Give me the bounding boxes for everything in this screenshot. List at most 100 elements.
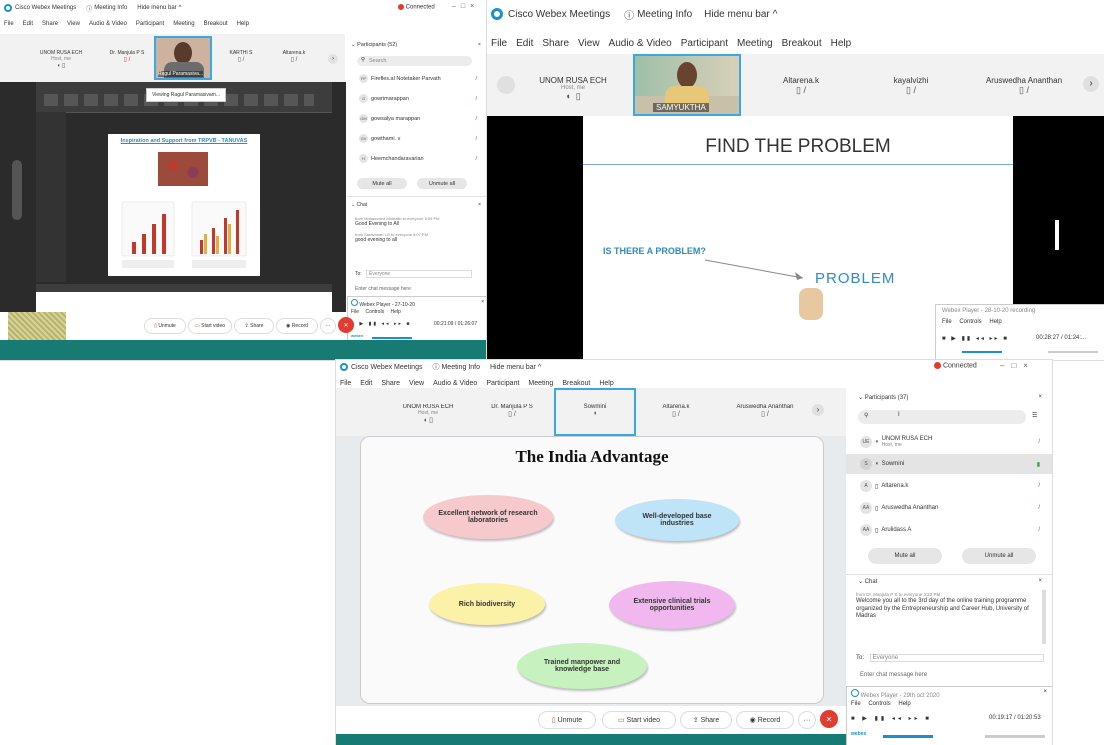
progress-slider[interactable]	[1048, 351, 1098, 353]
video-tile[interactable]: Aruswedha Ananthan ▯ /	[971, 76, 1077, 96]
hide-menu-bar-button[interactable]: Hide menu bar	[704, 9, 770, 20]
video-tile[interactable]: UNOM RUSA ECH Host, me ◖ ▯	[523, 76, 623, 102]
menu-participant[interactable]: Participant	[486, 380, 519, 387]
search-input[interactable]: ⚲ Search	[357, 56, 472, 66]
unmute-button[interactable]: ▯ Unmute	[144, 318, 186, 334]
close-icon[interactable]: ×	[478, 42, 481, 48]
window-controls[interactable]: –□×	[452, 3, 479, 10]
participant-row[interactable]: AA ▯ Arulidass A /	[846, 520, 1052, 540]
menu-view[interactable]: View	[578, 38, 600, 49]
chat-header[interactable]: ⌄ Chat	[351, 202, 367, 208]
menu-view[interactable]: View	[67, 21, 80, 27]
menu-share[interactable]: Share	[542, 38, 569, 49]
annotation-toolbar[interactable]	[12, 160, 22, 220]
participant-row-selected[interactable]: S ◖ Sowmini ▮	[846, 454, 1052, 474]
close-icon[interactable]: ×	[1038, 394, 1042, 400]
participant-row[interactable]: UE ◖ UNOM RUSA ECH Host, me /	[846, 432, 1052, 452]
video-tile[interactable]: kayalvizhi ▯ /	[861, 76, 961, 96]
start-video-button[interactable]: ▭ Start video	[602, 711, 676, 729]
info-icon[interactable]: ⓘ	[624, 7, 634, 22]
menu-breakout[interactable]: Breakout	[782, 38, 822, 49]
menu-audio-video[interactable]: Audio & Video	[433, 380, 477, 387]
connected-status[interactable]: Connected	[934, 362, 977, 369]
search-input[interactable]: ⚲ I	[858, 410, 1026, 424]
mic-muted-icon[interactable]: /	[1038, 439, 1040, 445]
volume-slider[interactable]	[372, 337, 412, 339]
video-tile[interactable]: Dr. Manjula P S ▯ /	[472, 404, 552, 418]
scroll-indicator[interactable]	[1055, 220, 1059, 250]
menu-audio-video[interactable]: Audio & Video	[609, 38, 672, 49]
video-tile[interactable]: Altarena.k ▯ /	[265, 50, 323, 63]
mute-all-button[interactable]: Mute all	[868, 548, 942, 564]
menu-help[interactable]: Help	[831, 38, 852, 49]
menu-edit[interactable]: Edit	[516, 38, 533, 49]
end-call-button[interactable]: ✕	[820, 710, 838, 728]
unmute-all-button[interactable]: Unmute all	[417, 178, 467, 189]
video-tile[interactable]: UNOM RUSA ECH Host, me ◖ ▯	[30, 50, 92, 69]
menu-participant[interactable]: Participant	[681, 38, 728, 49]
start-video-button[interactable]: ▭ Start video	[188, 318, 232, 334]
close-icon[interactable]: ×	[481, 299, 484, 305]
video-tile[interactable]: Altarena.k ▯ /	[751, 76, 851, 96]
meeting-info-button[interactable]: Meeting Info	[94, 5, 127, 11]
chat-scrollbar[interactable]	[1042, 590, 1046, 644]
info-icon[interactable]: ⓘ	[432, 362, 439, 372]
video-tile-active-speaker[interactable]: SAMYUKTHA	[633, 54, 741, 116]
chevron-up-icon[interactable]: ^	[538, 364, 541, 371]
menu-share[interactable]: Share	[381, 380, 400, 387]
unmute-all-button[interactable]: Unmute all	[962, 548, 1036, 564]
chat-input[interactable]: Enter chat message here	[860, 672, 1040, 678]
share-button[interactable]: ⇪ Share	[680, 711, 732, 729]
chevron-right-icon[interactable]: ›	[812, 404, 824, 416]
volume-slider[interactable]	[883, 735, 933, 738]
video-tile-active-speaker[interactable]: Ragul Paramasiva...	[154, 36, 212, 80]
mic-muted-icon[interactable]: /	[475, 116, 477, 122]
chat-header[interactable]: ⌄ Chat	[858, 578, 877, 585]
mic-muted-icon[interactable]: /	[1038, 483, 1040, 489]
progress-slider[interactable]	[985, 735, 1045, 738]
hide-menu-bar-button[interactable]: Hide menu bar	[490, 364, 536, 371]
menu-file[interactable]: File	[340, 380, 351, 387]
window-controls[interactable]: –□×	[1000, 361, 1035, 370]
menu-participant[interactable]: Participant	[136, 21, 164, 27]
connected-status[interactable]: Connected	[398, 4, 435, 11]
record-button[interactable]: ◉ Record	[276, 318, 318, 334]
mic-muted-icon[interactable]: /	[1038, 505, 1040, 511]
more-button[interactable]: ···	[798, 711, 816, 729]
video-tile[interactable]: Aruswedha Ananthan ▯ /	[720, 404, 810, 418]
video-tile[interactable]: Dr. Manjula P S ▯ /	[96, 50, 158, 63]
participants-header[interactable]: ⌄ Participants (37)	[858, 394, 908, 401]
sort-icon[interactable]: ☰	[1032, 412, 1037, 419]
share-button[interactable]: ⇪ Share	[234, 318, 274, 334]
participant-row[interactable]: A ▯ Altarena.k /	[846, 476, 1052, 496]
participant-row[interactable]: GV gowthami. v /	[347, 134, 487, 143]
mic-muted-icon[interactable]: /	[475, 96, 477, 102]
chevron-up-icon[interactable]: ^	[179, 5, 182, 11]
participant-row[interactable]: G gowrimarappan /	[347, 94, 487, 103]
video-tile-active-speaker[interactable]: Sowmini ◖	[554, 388, 636, 436]
close-icon[interactable]: ×	[1043, 689, 1047, 695]
video-tile[interactable]: KARTHI S ▯ /	[212, 50, 270, 63]
menu-view[interactable]: View	[409, 380, 424, 387]
record-button[interactable]: ◉ Record	[736, 711, 794, 729]
participant-row[interactable]: FP Firefles.al Notetaker Parvath /	[347, 74, 487, 83]
video-tile[interactable]: Altarena.k ▯ /	[636, 404, 716, 418]
mic-muted-icon[interactable]: /	[475, 76, 477, 82]
menu-breakout[interactable]: Breakout	[562, 380, 590, 387]
info-icon[interactable]: ⓘ	[86, 4, 92, 13]
participants-header[interactable]: ⌄ Participants (52)	[351, 42, 397, 48]
menu-help[interactable]: Help	[237, 21, 249, 27]
unmute-button[interactable]: ▯ Unmute	[538, 711, 596, 729]
mute-all-button[interactable]: Mute all	[357, 178, 407, 189]
volume-slider[interactable]	[962, 351, 1002, 353]
meeting-info-button[interactable]: Meeting Info	[441, 364, 480, 371]
hide-menu-bar-button[interactable]: Hide menu bar	[137, 5, 176, 11]
player-controls[interactable]: ■ ▶ ▮▮ ◂◂ ▸▸ ■	[942, 335, 1009, 342]
menu-file[interactable]: File	[4, 21, 14, 27]
meeting-info-button[interactable]: Meeting Info	[637, 9, 692, 20]
to-select[interactable]: Everyone	[366, 270, 473, 278]
mic-icon[interactable]: ▮	[1037, 461, 1040, 468]
mic-muted-icon[interactable]: /	[1038, 527, 1040, 533]
participant-row[interactable]: H Heemchandaravarian /	[347, 154, 487, 163]
player-controls[interactable]: ■ ▶ ▮▮ ◂◂ ▸▸ ■	[851, 715, 932, 722]
